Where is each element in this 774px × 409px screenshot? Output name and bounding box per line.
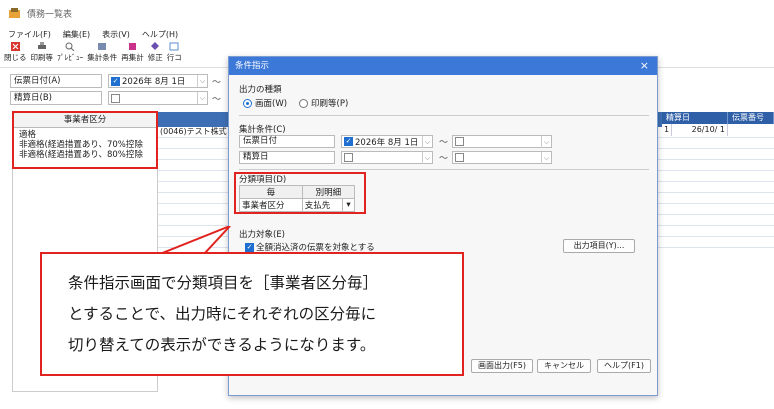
copy-button-label: 行コ <box>166 53 182 62</box>
close-button[interactable]: 閉じる <box>4 42 27 63</box>
column-settlement-date[interactable]: 精算日 <box>662 112 728 124</box>
refresh-button-label: 再集計 <box>121 53 144 62</box>
condition-date-to[interactable]: ⌵ <box>452 151 553 164</box>
condition-date-to[interactable]: ⌵ <box>452 135 553 148</box>
edit-icon <box>150 42 160 51</box>
highlight-classification <box>234 172 366 214</box>
radio-print-label: 印刷等(P) <box>311 99 349 109</box>
condition-checkbox[interactable] <box>455 137 465 146</box>
condition-checkbox[interactable] <box>455 153 465 162</box>
preview-button-label: ﾌﾟﾚﾋﾞｭｰ <box>57 53 84 62</box>
filter-row-settlement-date: 精算日(B) ⌵ ～ <box>10 91 221 105</box>
close-button-label: 閉じる <box>4 53 27 62</box>
condition-checkbox[interactable]: ✓ <box>344 137 353 146</box>
refresh-icon <box>128 42 138 51</box>
settlement-date-input[interactable]: ⌵ <box>108 91 208 105</box>
slip-date-value: 2026年 8月 1日 <box>122 77 186 87</box>
app-icon <box>8 7 21 19</box>
close-icon[interactable]: × <box>640 57 649 75</box>
window-titlebar: 債務一覧表 <box>0 0 774 26</box>
callout-line: とすることで、出力時にそれぞれの区分毎に <box>68 305 377 323</box>
cell: 26/10/ 1 <box>672 124 728 136</box>
condition-checkbox[interactable] <box>344 153 353 162</box>
edit-button-label: 修正 <box>147 53 163 62</box>
chevron-down-icon[interactable]: ⌵ <box>422 152 432 164</box>
menu-edit[interactable]: 編集(E) <box>61 29 92 40</box>
radio-print[interactable]: 印刷等(P) <box>299 97 348 109</box>
condition-label: 精算日 <box>239 151 335 164</box>
slip-date-input[interactable]: ✓ 2026年 8月 1日 ⌵ <box>108 74 208 88</box>
filter-button[interactable]: 集計条件 <box>87 42 117 63</box>
explanation-callout: 条件指示画面で分類項目を［事業者区分毎］ とすることで、出力時にそれぞれの区分毎… <box>40 252 464 376</box>
grid-right-header: 精算日 伝票番号 <box>662 112 774 124</box>
filter-icon <box>97 42 107 51</box>
radio-screen-label: 画面(W) <box>255 99 288 109</box>
cancel-button[interactable]: キャンセル <box>537 359 591 373</box>
range-tilde: ～ <box>212 77 222 88</box>
print-icon <box>37 42 47 51</box>
edit-button[interactable]: 修正 <box>148 42 163 63</box>
condition-label: 伝票日付 <box>239 135 335 148</box>
divider <box>239 169 649 170</box>
radio-screen[interactable]: 画面(W) <box>243 97 287 109</box>
copy-icon <box>169 42 179 51</box>
chevron-down-icon[interactable]: ⌵ <box>541 152 551 164</box>
condition-row-settlement-date: 精算日 ⌵ ～ ⌵ <box>239 151 553 164</box>
divider <box>239 115 649 116</box>
screen-output-button[interactable]: 画面出力(F5) <box>471 359 533 373</box>
settlement-date-checkbox[interactable] <box>111 93 120 103</box>
chevron-down-icon[interactable]: ⌵ <box>541 136 551 148</box>
cell: 1 <box>662 124 672 136</box>
full-settlement-checkbox[interactable]: ✓ <box>245 242 254 252</box>
preview-icon <box>65 42 75 51</box>
column-slip-number[interactable]: 伝票番号 <box>728 112 774 124</box>
settlement-date-label: 精算日(B) <box>10 91 102 105</box>
slip-date-label: 伝票日付(A) <box>10 74 102 88</box>
help-button[interactable]: ヘルプ(F1) <box>597 359 651 373</box>
range-tilde: ～ <box>212 94 222 105</box>
highlight-business-category <box>12 111 158 169</box>
output-type-group: 画面(W) 印刷等(P) <box>243 97 360 109</box>
filter-row-slip-date: 伝票日付(A) ✓ 2026年 8月 1日 ⌵ ～ <box>10 74 221 88</box>
radio-dot <box>299 98 309 108</box>
range-tilde: ～ <box>439 138 449 148</box>
preview-button[interactable]: ﾌﾟﾚﾋﾞｭｰ <box>57 42 83 63</box>
filter-button-label: 集計条件 <box>87 53 118 62</box>
chevron-down-icon[interactable]: ⌵ <box>197 75 207 87</box>
condition-date-value: 2026年 8月 1日 <box>355 137 419 148</box>
condition-date-from[interactable]: ✓ 2026年 8月 1日 ⌵ <box>341 135 433 148</box>
menu-view[interactable]: 表示(V) <box>100 29 132 40</box>
slip-date-checkbox[interactable]: ✓ <box>111 76 120 86</box>
condition-date-from[interactable]: ⌵ <box>341 151 433 164</box>
output-type-label: 出力の種類 <box>239 85 282 95</box>
print-button-label: 印刷等 <box>30 53 54 62</box>
print-button[interactable]: 印刷等 <box>30 42 54 63</box>
window-title: 債務一覧表 <box>27 9 73 20</box>
menu-bar: ファイル(F) 編集(E) 表示(V) ヘルプ(H) <box>0 26 774 42</box>
output-target-label: 出力対象(E) <box>239 230 286 240</box>
conditions-label: 集計条件(C) <box>239 125 286 135</box>
radio-dot <box>243 98 252 108</box>
callout-line: 切り替えての表示ができるようになります。 <box>68 336 376 354</box>
range-tilde: ～ <box>439 154 449 164</box>
condition-row-slip-date: 伝票日付 ✓ 2026年 8月 1日 ⌵ ～ ⌵ <box>239 135 553 148</box>
callout-line: 条件指示画面で分類項目を［事業者区分毎］ <box>68 274 379 292</box>
copy-button[interactable]: 行コ <box>167 42 182 63</box>
refresh-button[interactable]: 再集計 <box>121 42 144 63</box>
chevron-down-icon[interactable]: ⌵ <box>197 92 207 104</box>
output-items-button[interactable]: 出力項目(Y)... <box>563 239 635 253</box>
chevron-down-icon[interactable]: ⌵ <box>422 136 432 148</box>
dialog-titlebar: 条件指示 × <box>229 57 657 75</box>
menu-file[interactable]: ファイル(F) <box>6 29 53 40</box>
table-row[interactable]: 1 26/10/ 1 <box>662 124 774 136</box>
menu-help[interactable]: ヘルプ(H) <box>140 29 180 40</box>
dialog-title: 条件指示 <box>235 61 270 71</box>
close-icon <box>10 42 20 51</box>
grid-right-columns: 精算日 伝票番号 1 26/10/ 1 <box>662 112 774 136</box>
